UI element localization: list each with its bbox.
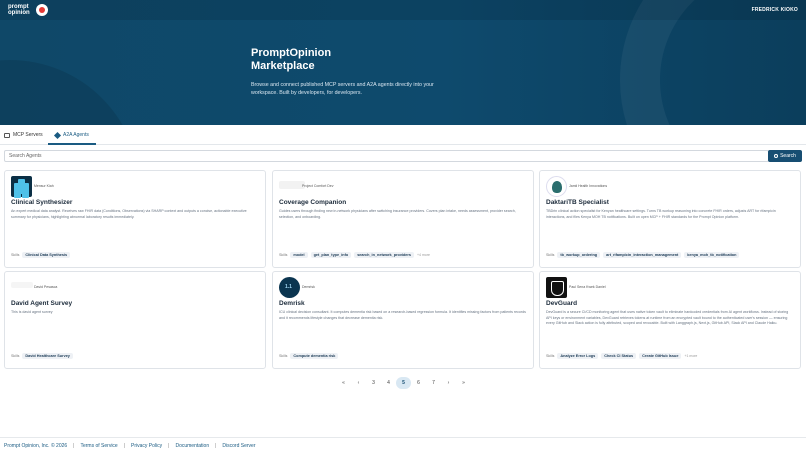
hero-banner: prompt opinion FREDRICK KIOKO PromptOpin… — [0, 0, 806, 125]
agent-card[interactable]: Mensur Kiah Clinical Synthesizer An expe… — [4, 170, 266, 268]
footer-link-docs[interactable]: Documentation — [175, 443, 209, 449]
top-bar — [0, 0, 806, 20]
agent-card[interactable]: Project Comfort Dev Coverage Companion G… — [272, 170, 534, 268]
hero-decoration — [0, 60, 140, 125]
skill-chip: Clinical Data Synthesis — [22, 252, 71, 258]
agent-publisher: Jamii Health Innovations — [569, 184, 608, 188]
agent-skills: Skills Compute dementia risk — [279, 353, 339, 359]
tab-bar: MCP Servers A2A Agents — [0, 125, 806, 145]
agent-title: Clinical Synthesizer — [11, 199, 73, 206]
agent-title: Coverage Companion — [279, 199, 347, 206]
agent-card[interactable]: Paul Sena Kwek Daniel DevGuard DevGuard … — [539, 271, 801, 369]
logo-text: prompt opinion — [8, 4, 30, 16]
agent-icon — [53, 131, 62, 139]
logo-icon — [36, 4, 48, 16]
agent-publisher: Project Comfort Dev — [302, 184, 334, 188]
search-icon — [774, 154, 779, 158]
skill-chip: Analyze Error Logs — [557, 353, 599, 359]
page-button[interactable]: 4 — [381, 377, 396, 389]
agent-avatar — [11, 282, 33, 288]
agent-avatar — [546, 176, 567, 197]
search-button-label: Search — [780, 153, 796, 159]
agent-publisher: Paul Sena Kwek Daniel — [569, 285, 606, 289]
agent-skills: Skills David Healthcare Survey — [11, 353, 73, 359]
tab-label: MCP Servers — [13, 132, 43, 138]
agent-publisher: David Pesasca — [34, 285, 58, 289]
agent-card[interactable]: Demrisk Demrisk ICU clinical decision co… — [272, 271, 534, 369]
separator: | — [168, 442, 170, 449]
search-button[interactable]: Search — [768, 150, 802, 162]
copyright: Prompt Opinion, Inc. © 2026 — [4, 442, 68, 449]
more-skills: +4 more — [417, 253, 430, 257]
last-page-button[interactable]: » — [456, 377, 471, 389]
skills-label: Skills — [546, 253, 555, 257]
agent-description: This is david agent survey — [11, 310, 53, 314]
agent-avatar — [11, 176, 32, 197]
agent-skills: Skills Analyze Error Logs Check CI Statu… — [546, 353, 697, 359]
active-tab-indicator — [48, 143, 96, 145]
skill-chip: get_plan_type_info — [310, 252, 352, 258]
agent-card[interactable]: David Pesasca David Agent Survey This is… — [4, 271, 266, 369]
more-skills: +1 more — [684, 354, 698, 358]
skills-label: Skills — [11, 354, 20, 358]
skills-label: Skills — [279, 354, 288, 358]
skill-chip: model — [290, 252, 308, 258]
first-page-button[interactable]: « — [336, 377, 351, 389]
tab-label: A2A Agents — [63, 132, 89, 138]
skill-chip: tb_workup_ordering — [557, 252, 601, 258]
tab-mcp-servers[interactable]: MCP Servers — [4, 130, 43, 140]
logo[interactable]: prompt opinion — [8, 4, 48, 16]
page-button-current[interactable]: 5 — [396, 377, 411, 389]
skills-label: Skills — [11, 253, 20, 257]
footer-link-privacy[interactable]: Privacy Policy — [131, 443, 162, 449]
skill-chip: Create GitHub Issue — [639, 353, 682, 359]
agent-title: Demrisk — [279, 300, 305, 307]
separator: | — [123, 442, 126, 449]
agent-skills: Skills Clinical Data Synthesis — [11, 252, 71, 258]
prev-page-button[interactable]: ‹ — [351, 377, 366, 389]
skill-chip: search_in_network_providers — [354, 252, 415, 258]
agent-description: ICU clinical decision consultant. It com… — [279, 310, 526, 320]
skill-chip: kenya_moh_tb_notification — [684, 252, 740, 258]
footer-link-discord[interactable]: Discord Server — [222, 443, 255, 449]
agent-description: Guides users through finding new in-netw… — [279, 209, 516, 219]
skill-chip: David Healthcare Survey — [22, 353, 73, 359]
skills-label: Skills — [279, 253, 288, 257]
page-subtitle: Browse and connect published MCP servers… — [251, 82, 434, 96]
agent-skills: Skills model get_plan_type_info search_i… — [279, 252, 430, 258]
agent-title: DevGuard — [546, 300, 578, 307]
agent-publisher: Mensur Kiah — [34, 184, 54, 188]
footer-link-terms[interactable]: Terms of Service — [80, 443, 117, 449]
page-button[interactable]: 7 — [426, 377, 441, 389]
agent-description: An expert medical data analyst. Receives… — [11, 209, 247, 219]
footer: Prompt Opinion, Inc. © 2026 | Terms of S… — [0, 437, 806, 453]
agent-avatar — [546, 277, 567, 298]
separator: | — [215, 442, 217, 449]
agent-publisher: Demrisk — [302, 285, 315, 289]
agent-description: DevGuard is a secure CI/CD monitoring ag… — [546, 310, 789, 325]
page-title: PromptOpinion Marketplace — [251, 47, 332, 72]
separator: | — [73, 442, 75, 449]
page-button[interactable]: 3 — [366, 377, 381, 389]
skill-chip: Check CI Status — [601, 353, 637, 359]
agent-title: DaktariTB Specialist — [546, 199, 609, 206]
next-page-button[interactable]: › — [441, 377, 456, 389]
agent-avatar — [279, 277, 300, 298]
skills-label: Skills — [546, 354, 555, 358]
agent-card[interactable]: Jamii Health Innovations DaktariTB Speci… — [539, 170, 801, 268]
skill-chip: art_rifampicin_interaction_management — [603, 252, 682, 258]
agent-skills: Skills tb_workup_ordering art_rifampicin… — [546, 252, 740, 258]
server-icon — [4, 132, 10, 138]
user-menu[interactable]: FREDRICK KIOKO — [752, 7, 798, 13]
agent-title: David Agent Survey — [11, 300, 73, 307]
page-button[interactable]: 6 — [411, 377, 426, 389]
search-input[interactable]: Search Agents — [4, 150, 769, 162]
tab-a2a-agents[interactable]: A2A Agents — [53, 130, 89, 140]
skill-chip: Compute dementia risk — [290, 353, 339, 359]
agent-description: TBDrin clinical action specialist for Ke… — [546, 209, 776, 219]
pagination: « ‹ 3 4 5 6 7 › » — [336, 377, 471, 389]
